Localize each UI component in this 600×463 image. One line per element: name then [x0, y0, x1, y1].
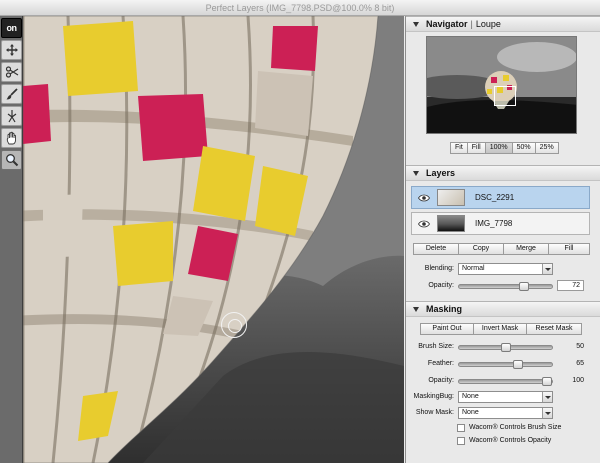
layer-row-img-7798[interactable]: IMG_7798	[411, 212, 590, 235]
masking-title: Masking	[426, 304, 463, 314]
slider-knob[interactable]	[542, 377, 552, 386]
brush-icon	[6, 88, 18, 100]
maskingbug-value: None	[462, 393, 479, 400]
brush-cursor	[221, 312, 247, 338]
tool-strip: on	[0, 16, 23, 463]
merge-layer-button[interactable]: Merge	[503, 243, 549, 255]
show-mask-value: None	[462, 409, 479, 416]
retouch-icon	[7, 110, 16, 123]
layers-header[interactable]: Layers	[406, 165, 600, 181]
zoom-icon	[5, 154, 18, 167]
layer-name: IMG_7798	[475, 219, 513, 228]
collapse-triangle-icon[interactable]	[413, 22, 419, 27]
chevron-down-icon	[542, 408, 552, 418]
maskingbug-label: MaskingBug:	[413, 393, 454, 400]
scissors-tool-button[interactable]	[1, 62, 22, 82]
zoom-buttons: Fit Fill 100% 50% 25%	[450, 142, 559, 154]
window-title: Perfect Layers (IMG_7798.PSD@100.0% 8 bi…	[0, 0, 600, 16]
slider-knob[interactable]	[512, 360, 523, 369]
layer-opacity-label: Opacity:	[428, 282, 454, 289]
zoom-25-button[interactable]: 25%	[534, 142, 559, 154]
wacom-brush-size-checkbox[interactable]	[457, 424, 465, 432]
layer-actions: Delete Copy Merge Fill	[413, 243, 590, 255]
navigator-header[interactable]: Navigator | Loupe	[406, 16, 600, 32]
feather-value: 65	[576, 360, 584, 367]
visibility-eye-icon[interactable]	[418, 194, 430, 202]
wacom-opacity-checkbox[interactable]	[457, 437, 465, 445]
zoom-fit-button[interactable]: Fit	[450, 142, 468, 154]
fill-layer-button[interactable]: Fill	[548, 243, 590, 255]
navigator-viewport-box[interactable]	[494, 86, 516, 106]
retouch-tool-button[interactable]	[1, 106, 22, 126]
layer-thumbnail	[437, 215, 465, 232]
blending-value: Normal	[462, 265, 485, 272]
mask-opacity-slider[interactable]	[458, 377, 553, 386]
layer-opacity-value[interactable]: 72	[557, 280, 584, 291]
show-mask-select[interactable]: None	[458, 407, 553, 419]
collapse-triangle-icon[interactable]	[413, 307, 419, 312]
invert-mask-button[interactable]: Invert Mask	[473, 323, 527, 335]
scissors-icon	[5, 66, 18, 78]
brush-size-label: Brush Size:	[418, 343, 454, 350]
right-panel: Navigator | Loupe Fit Fill 100% 50% 25% La…	[405, 16, 600, 463]
chevron-down-icon	[542, 264, 552, 274]
blending-label: Blending:	[424, 265, 454, 272]
navigator-title[interactable]: Navigator	[426, 19, 468, 29]
mask-opacity-value: 100	[572, 377, 584, 384]
navigator-preview[interactable]	[426, 36, 577, 134]
move-tool-button[interactable]	[1, 40, 22, 60]
logo-text: on	[6, 23, 18, 33]
chevron-down-icon	[542, 392, 552, 402]
collapse-triangle-icon[interactable]	[413, 171, 419, 176]
reset-mask-button[interactable]: Reset Mask	[526, 323, 582, 335]
layer-row-dsc-2291[interactable]: DSC_2291	[411, 186, 590, 209]
app-logo: on	[1, 18, 22, 38]
zoom-50-button[interactable]: 50%	[511, 142, 536, 154]
wacom-brush-size-label[interactable]: Wacom® Controls Brush Size	[469, 424, 561, 431]
blending-select[interactable]: Normal	[458, 263, 553, 275]
zoom-tool-button[interactable]	[1, 150, 22, 170]
brush-size-slider[interactable]	[458, 343, 553, 352]
layers-title: Layers	[426, 168, 456, 178]
image-canvas[interactable]	[23, 16, 404, 463]
visibility-eye-icon[interactable]	[418, 220, 430, 228]
layer-name: DSC_2291	[475, 193, 515, 202]
hand-icon	[6, 131, 16, 145]
slider-knob[interactable]	[518, 282, 529, 291]
brush-size-value: 50	[576, 343, 584, 350]
balloon-photo	[23, 16, 404, 463]
feather-label: Feather:	[427, 360, 454, 367]
loupe-tab[interactable]: Loupe	[476, 19, 501, 29]
masking-actions: Paint Out Invert Mask Reset Mask	[420, 323, 582, 335]
masking-header[interactable]: Masking	[406, 301, 600, 317]
brush-tool-button[interactable]	[1, 84, 22, 104]
layer-thumbnail	[437, 189, 465, 206]
show-mask-label: Show Mask:	[415, 409, 454, 416]
paint-out-button[interactable]: Paint Out	[420, 323, 474, 335]
mask-opacity-label: Opacity:	[428, 377, 454, 384]
wacom-opacity-label[interactable]: Wacom® Controls Opacity	[469, 437, 551, 444]
zoom-fill-button[interactable]: Fill	[466, 142, 486, 154]
delete-layer-button[interactable]: Delete	[413, 243, 459, 255]
copy-layer-button[interactable]: Copy	[458, 243, 504, 255]
move-icon	[5, 44, 18, 56]
zoom-100-button[interactable]: 100%	[484, 142, 513, 154]
hand-tool-button[interactable]	[1, 128, 22, 148]
layer-opacity-slider[interactable]	[458, 282, 553, 291]
feather-slider[interactable]	[458, 360, 553, 369]
maskingbug-select[interactable]: None	[458, 391, 553, 403]
navigator-separator: |	[470, 19, 473, 29]
slider-knob[interactable]	[500, 343, 511, 352]
